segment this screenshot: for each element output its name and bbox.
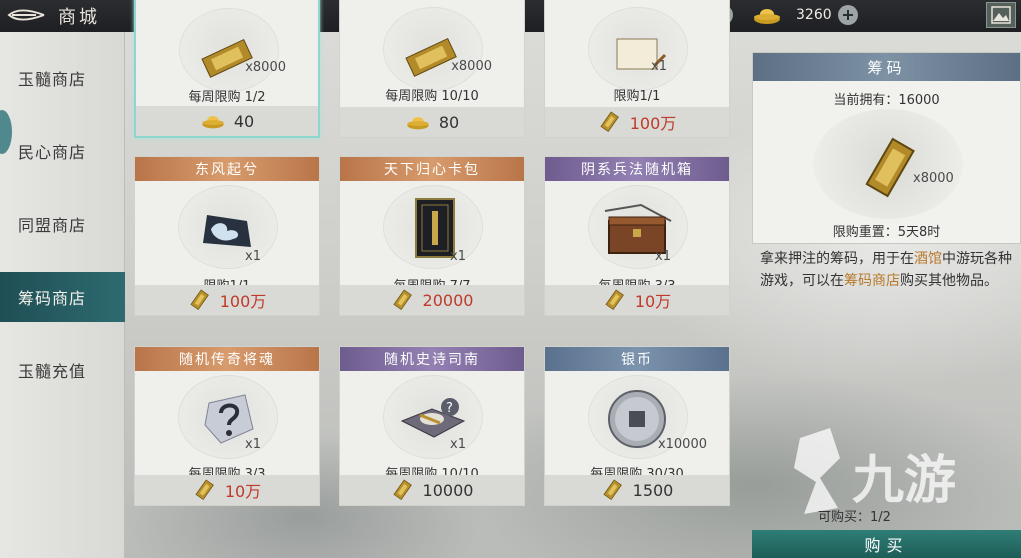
detail-description: 拿来押注的筹码，用于在酒馆中游玩各种游戏，可以在筹码商店购买其他物品。 [760,248,1021,292]
shop-item-card[interactable]: 阴系兵法随机箱 x1 每周限购 3/3 10万 [544,156,730,316]
description-text: 拿来押注的筹码，用于在 [760,251,914,267]
price-bar: 80 [340,107,524,137]
gold-ingot-icon [407,117,429,130]
purchase-limit: 每周限购 1/2 [188,90,266,105]
sidebar-item-label: 同盟商店 [18,216,87,235]
detail-title: 筹码 [753,53,1020,81]
buy-button[interactable]: 购买 [752,530,1021,558]
shop-item-card[interactable]: 银币 x10000 每周限购 30/30 1500 [544,346,730,506]
price-bar: 100万 [135,285,319,315]
purchasable-count: 可购买：1/2 [818,510,891,525]
item-price: 80 [438,112,460,132]
price-bar: 40 [136,106,318,136]
sidebar-item-chip-shop[interactable]: 筹码商店 [0,272,125,322]
ingot-amount: 3260 [796,7,832,23]
price-bar: 20000 [340,285,524,315]
item-quantity: x1 [245,249,261,264]
item-price: 10000 [422,480,474,500]
chip-icon [190,289,209,311]
price-bar: 1500 [545,475,729,505]
item-quantity: x10000 [657,437,707,452]
sidebar-item-label: 筹码商店 [18,289,87,308]
item-quantity: x1 [651,59,667,74]
purchase-limit: 每周限购 10/10 [385,89,479,104]
item-quantity: x8000 [451,59,492,74]
description-text: 购买其他物品。 [900,273,998,289]
item-price: 100万 [629,114,677,133]
item-price: 20000 [422,290,474,310]
item-price: 1500 [632,480,674,500]
chip-icon [393,289,412,311]
chip-icon [393,479,412,501]
compass-icon: ? [400,398,466,438]
item-quantity: x8000 [245,60,286,75]
item-quantity: x1 [450,249,466,264]
sidebar-item-jade-recharge[interactable]: 玉髓充值 [0,345,125,395]
detail-owned: 当前拥有：16000 [833,93,940,108]
price-bar: 10万 [135,475,319,505]
plus-icon [842,10,853,20]
item-detail-panel: 筹码 当前拥有：16000 x8000 限购重置：5天8时 [752,52,1021,244]
sidebar-item-label: 玉髓商店 [18,70,87,89]
item-name-banner: 东风起兮 [135,157,319,181]
svg-text:九游: 九游 [852,451,956,511]
shop-item-card[interactable]: 随机史诗司南 ? x1 每周限购 10/10 10000 [339,346,525,506]
svg-text:?: ? [446,401,453,416]
price-bar: 100万 [545,107,729,137]
shop-item-card[interactable]: x1 限购1/1 100万 [544,0,730,138]
cloud-token-icon [203,215,251,247]
item-quantity: x1 [450,437,466,452]
landscape-icon [991,6,1011,24]
tavern-link[interactable]: 酒馆 [914,251,942,267]
sidebar-item-alliance-shop[interactable]: 同盟商店 [0,199,125,249]
detail-quantity: x8000 [913,171,954,186]
add-ingot-button[interactable] [837,5,858,25]
item-name-banner: 银币 [545,347,729,371]
item-quantity: x1 [245,437,261,452]
back-button[interactable] [4,4,48,26]
price-bar: 10万 [545,285,729,315]
sidebar-item-popular-support-shop[interactable]: 民心商店 [0,126,125,176]
ingot-currency: 3260 [752,2,858,28]
purchase-limit: 限购1/1 [613,89,661,104]
shop-item-card[interactable]: x8000 每周限购 1/2 40 [134,0,320,138]
gold-ingot-icon [202,116,224,129]
item-name-banner: 天下归心卡包 [340,157,524,181]
chip-icon [603,479,622,501]
sidebar-item-label: 民心商店 [18,143,87,162]
shop-item-card[interactable]: 随机传奇将魂 x1 每周限购 3/3 10万 [134,346,320,506]
sidebar-item-label: 玉髓充值 [18,362,87,381]
sidebar-item-jade-shop[interactable]: 玉髓商店 [0,53,125,103]
item-price: 40 [233,111,255,131]
back-arrow-icon [7,9,45,21]
chip-icon [605,289,624,311]
item-price: 10万 [224,482,262,501]
gold-ingot-icon [754,9,780,24]
chip-icon [600,111,619,133]
page-title: 商城 [58,7,100,28]
item-name-banner: 随机传奇将魂 [135,347,319,371]
shop-item-card[interactable]: 天下归心卡包 x1 每周限购 7/7 20000 [339,156,525,316]
item-price: 100万 [219,292,267,311]
item-name-banner: 随机史诗司南 [340,347,524,371]
shop-item-card[interactable]: 东风起兮 x1 限购1/1 100万 [134,156,320,316]
exit-shop-button[interactable] [986,2,1016,28]
chip-shop-link[interactable]: 筹码商店 [844,273,900,289]
shop-sidebar: 玉髓商店 民心商店 同盟商店 筹码商店 玉髓充值 [0,32,125,558]
item-name-banner: 阴系兵法随机箱 [545,157,729,181]
chip-icon [195,479,214,501]
chip-icon [865,137,915,198]
item-price: 10万 [634,292,672,311]
detail-reset-timer: 限购重置：5天8时 [832,225,941,240]
price-bar: 10000 [340,475,524,505]
item-quantity: x1 [655,249,671,264]
shop-item-card[interactable]: x8000 每周限购 10/10 80 [339,0,525,138]
